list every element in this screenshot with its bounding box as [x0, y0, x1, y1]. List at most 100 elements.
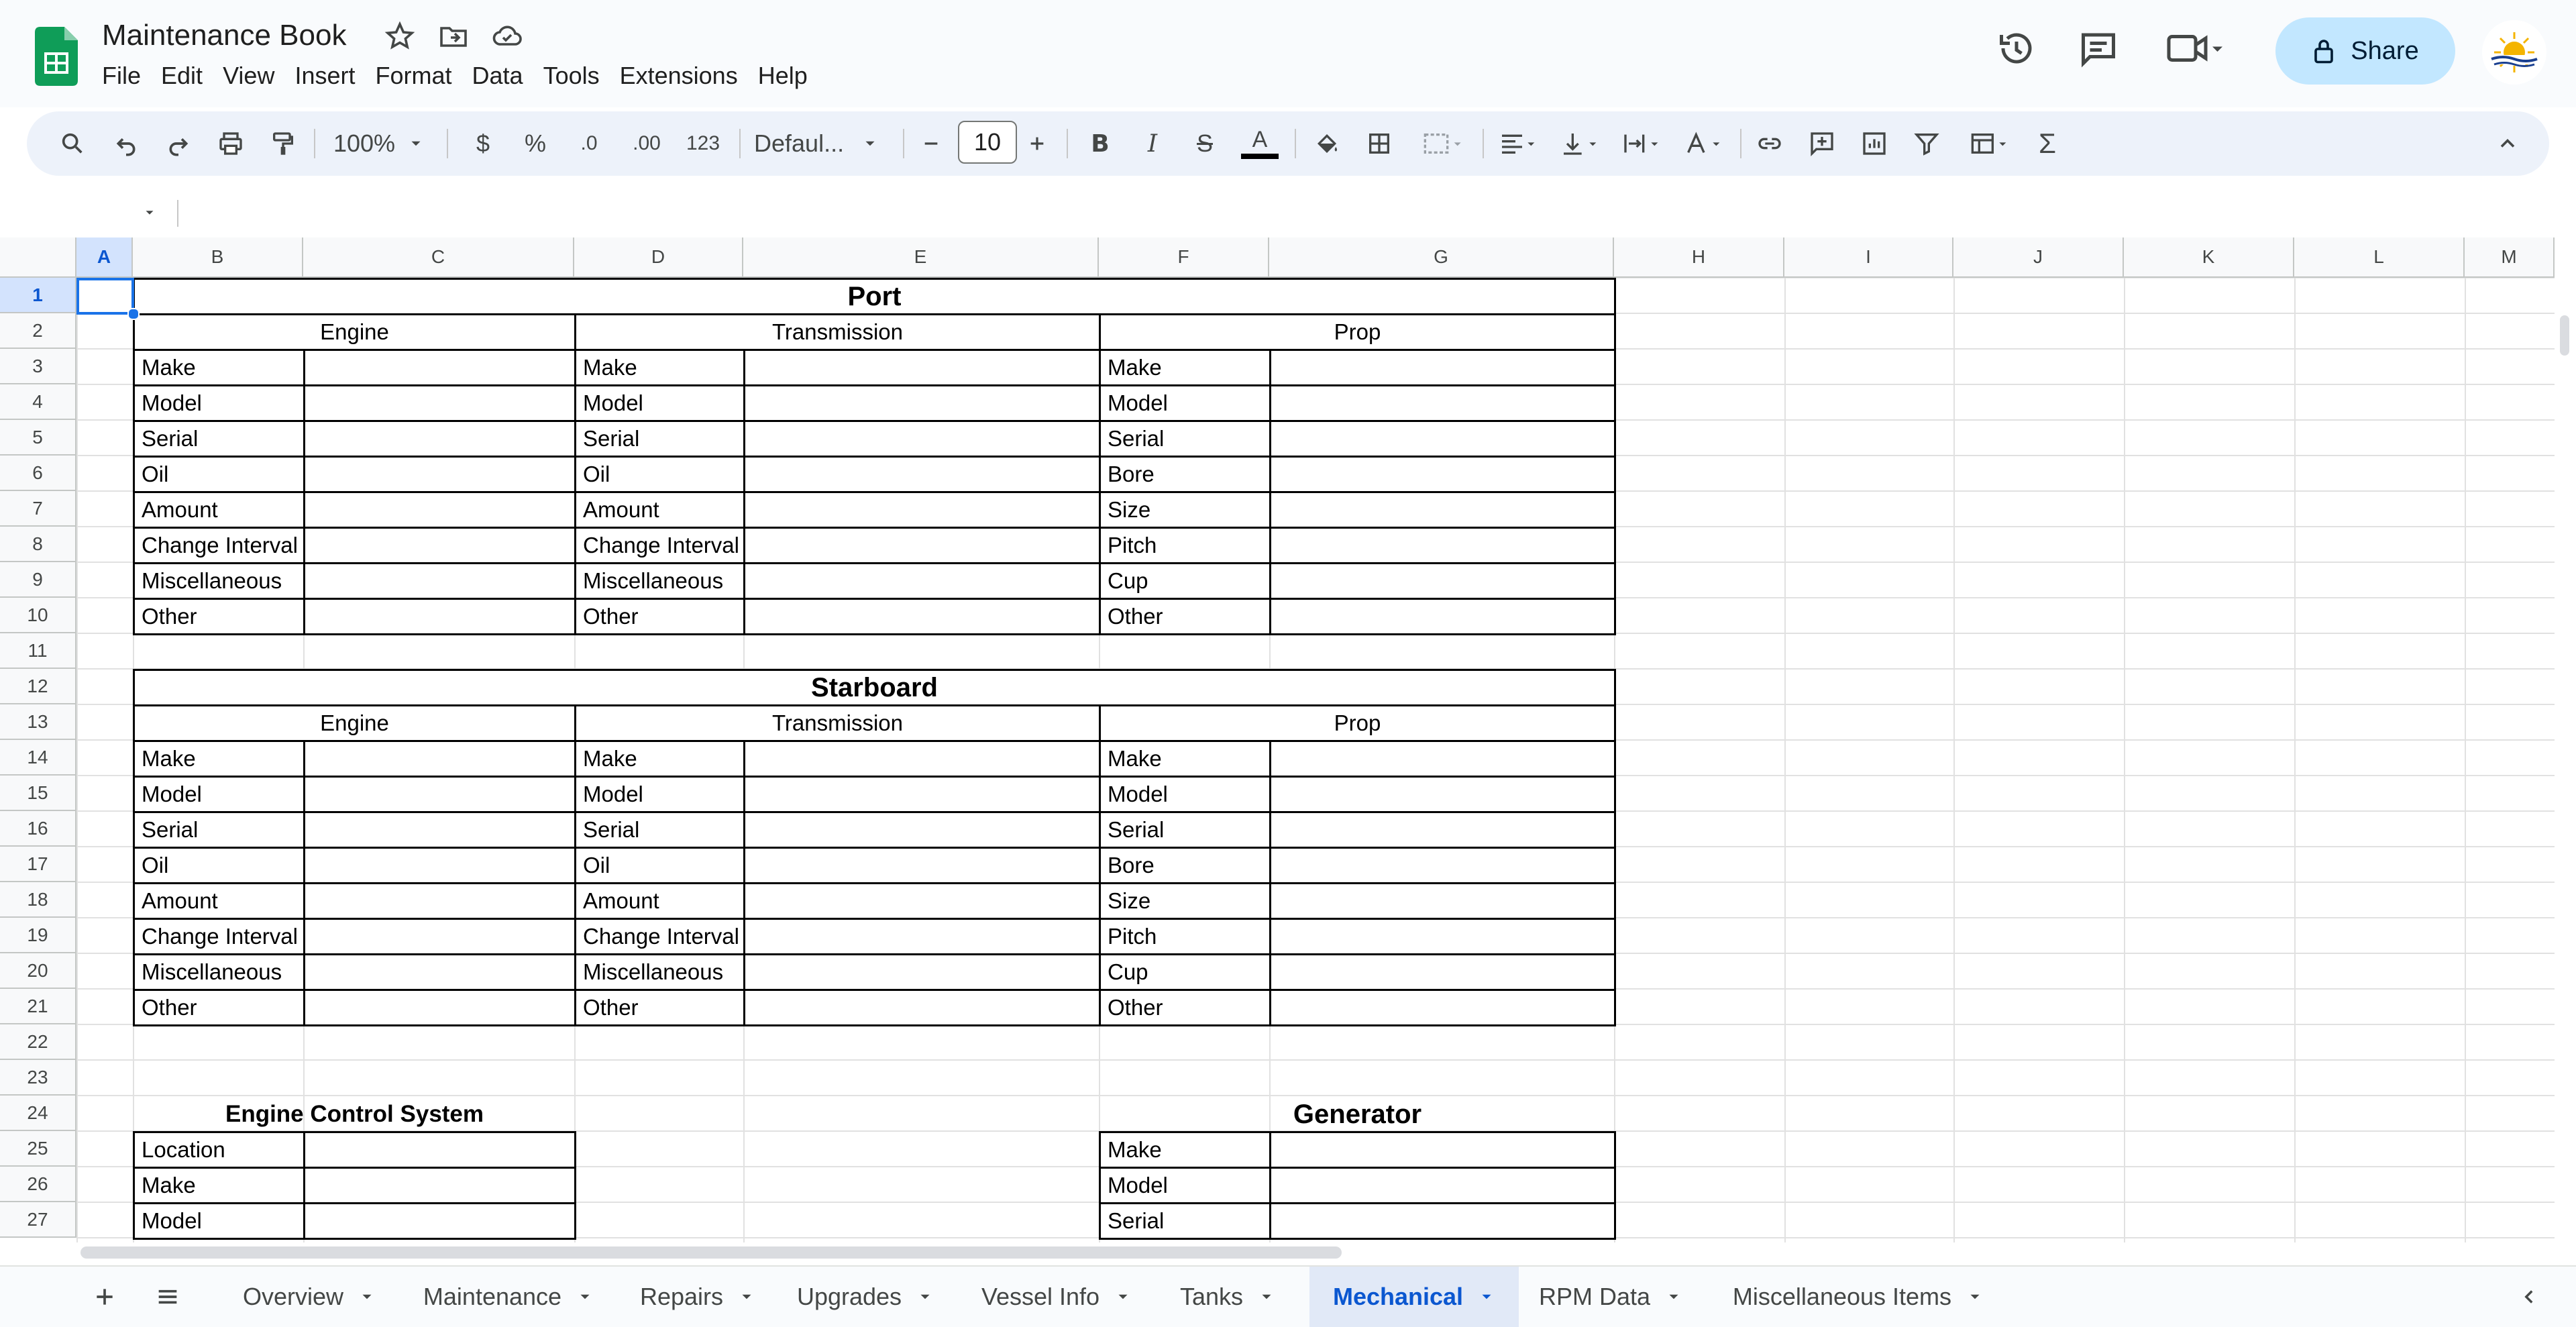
insert-chart-icon[interactable] — [1856, 111, 1893, 176]
transmission-label-cell[interactable]: Oil — [574, 847, 745, 884]
engine-label-cell[interactable]: Amount — [133, 491, 305, 529]
prop-value-cell[interactable] — [1269, 953, 1616, 991]
merge-cells-icon[interactable] — [1413, 111, 1473, 176]
transmission-label-cell[interactable]: Change Interval — [574, 918, 745, 955]
horizontal-scrollbar[interactable] — [0, 1242, 2576, 1265]
transmission-label-cell[interactable]: Model — [574, 776, 745, 813]
star-icon[interactable] — [384, 20, 416, 52]
fill-color-icon[interactable] — [1308, 111, 1346, 176]
transmission-label-cell[interactable]: Oil — [574, 456, 745, 493]
row-header-23[interactable]: 23 — [0, 1060, 76, 1096]
row-header-7[interactable]: 7 — [0, 491, 76, 527]
row-header-17[interactable]: 17 — [0, 847, 76, 882]
transmission-header[interactable]: Transmission — [574, 704, 1101, 742]
engine-header[interactable]: Engine — [133, 704, 576, 742]
transmission-value-cell[interactable] — [743, 456, 1101, 493]
prop-value-cell[interactable] — [1269, 349, 1616, 386]
sheet-tab-repairs[interactable]: Repairs — [631, 1267, 765, 1327]
sheet-tab-rpm-data[interactable]: RPM Data — [1520, 1267, 1701, 1327]
zoom-select[interactable]: 100% — [322, 111, 436, 176]
row-header-19[interactable]: 19 — [0, 918, 76, 953]
row-header-9[interactable]: 9 — [0, 562, 76, 598]
italic-button[interactable]: I — [1134, 111, 1171, 176]
name-box-dropdown-icon[interactable] — [142, 205, 157, 220]
prop-value-cell[interactable] — [1269, 811, 1616, 849]
increase-decimal-button[interactable]: .00 — [621, 111, 672, 176]
insert-comment-icon[interactable] — [1803, 111, 1841, 176]
menu-tools[interactable]: Tools — [543, 62, 612, 90]
active-cell-selection[interactable] — [76, 278, 134, 315]
prop-value-cell[interactable] — [1269, 491, 1616, 529]
text-rotation-icon[interactable] — [1677, 111, 1731, 176]
collapse-toolbar-icon[interactable] — [2489, 111, 2526, 176]
transmission-label-cell[interactable]: Make — [574, 740, 745, 778]
row-header-13[interactable]: 13 — [0, 704, 76, 740]
decrease-font-size-button[interactable] — [912, 111, 950, 176]
engine-value-cell[interactable] — [303, 384, 576, 422]
engine-label-cell[interactable]: Oil — [133, 847, 305, 884]
spreadsheet-grid[interactable]: A B C D E F G H I J K L M 1 2 3 4 5 6 7 8 9 10 11 12 13 14 15 16 17 18… — [0, 237, 2555, 1244]
sheet-tab-overview[interactable]: Overview — [225, 1267, 393, 1327]
generator-label-cell[interactable]: Serial — [1099, 1202, 1271, 1240]
transmission-value-cell[interactable] — [743, 349, 1101, 386]
prop-label-cell[interactable]: Size — [1099, 882, 1271, 920]
menu-view[interactable]: View — [223, 62, 287, 90]
prop-value-cell[interactable] — [1269, 420, 1616, 458]
column-header-g[interactable]: G — [1269, 237, 1614, 278]
prop-value-cell[interactable] — [1269, 989, 1616, 1026]
prop-value-cell[interactable] — [1269, 847, 1616, 884]
row-header-20[interactable]: 20 — [0, 953, 76, 989]
generator-title[interactable]: Generator — [1099, 1096, 1616, 1133]
chevron-down-icon[interactable] — [1966, 1288, 1984, 1306]
text-wrapping-icon[interactable] — [1615, 111, 1669, 176]
prop-value-cell[interactable] — [1269, 882, 1616, 920]
transmission-label-cell[interactable]: Other — [574, 989, 745, 1026]
engine-label-cell[interactable]: Amount — [133, 882, 305, 920]
generator-value-cell[interactable] — [1269, 1167, 1616, 1204]
transmission-value-cell[interactable] — [743, 918, 1101, 955]
chevron-down-icon[interactable] — [1258, 1288, 1275, 1306]
transmission-value-cell[interactable] — [743, 989, 1101, 1026]
chevron-down-icon[interactable] — [738, 1288, 755, 1306]
engine-value-cell[interactable] — [303, 882, 576, 920]
prop-label-cell[interactable]: Pitch — [1099, 918, 1271, 955]
chevron-down-icon[interactable] — [1665, 1288, 1682, 1306]
row-header-6[interactable]: 6 — [0, 456, 76, 491]
generator-label-cell[interactable]: Make — [1099, 1131, 1271, 1169]
engine-control-value-cell[interactable] — [303, 1131, 576, 1169]
row-header-25[interactable]: 25 — [0, 1131, 76, 1167]
engine-control-title[interactable]: Engine Control System — [133, 1096, 576, 1133]
engine-label-cell[interactable]: Serial — [133, 811, 305, 849]
menu-extensions[interactable]: Extensions — [620, 62, 751, 90]
transmission-value-cell[interactable] — [743, 740, 1101, 778]
decrease-decimal-button[interactable]: .0 — [568, 111, 610, 176]
menu-edit[interactable]: Edit — [161, 62, 215, 90]
transmission-value-cell[interactable] — [743, 811, 1101, 849]
menu-insert[interactable]: Insert — [294, 62, 368, 90]
prop-label-cell[interactable]: Cup — [1099, 562, 1271, 600]
row-header-4[interactable]: 4 — [0, 384, 76, 420]
chevron-down-icon[interactable] — [576, 1288, 594, 1306]
transmission-label-cell[interactable]: Model — [574, 384, 745, 422]
engine-control-value-cell[interactable] — [303, 1202, 576, 1240]
sheet-tab-miscellaneous-items[interactable]: Miscellaneous Items — [1711, 1267, 2006, 1327]
menu-data[interactable]: Data — [472, 62, 536, 90]
version-history-icon[interactable] — [1996, 28, 2037, 68]
strikethrough-button[interactable]: S — [1186, 111, 1224, 176]
vertical-align-icon[interactable] — [1554, 111, 1607, 176]
engine-value-cell[interactable] — [303, 349, 576, 386]
move-folder-icon[interactable] — [437, 20, 470, 52]
prop-label-cell[interactable]: Serial — [1099, 811, 1271, 849]
prop-label-cell[interactable]: Bore — [1099, 847, 1271, 884]
transmission-value-cell[interactable] — [743, 847, 1101, 884]
all-sheets-button[interactable] — [149, 1267, 186, 1327]
engine-label-cell[interactable]: Other — [133, 989, 305, 1026]
column-header-e[interactable]: E — [743, 237, 1099, 278]
engine-value-cell[interactable] — [303, 562, 576, 600]
font-size-input[interactable]: 10 — [958, 121, 1017, 164]
transmission-label-cell[interactable]: Miscellaneous — [574, 562, 745, 600]
redo-icon[interactable] — [160, 111, 197, 176]
engine-label-cell[interactable]: Miscellaneous — [133, 953, 305, 991]
block-title-starboard[interactable]: Starboard — [133, 669, 1616, 706]
prop-label-cell[interactable]: Other — [1099, 598, 1271, 635]
